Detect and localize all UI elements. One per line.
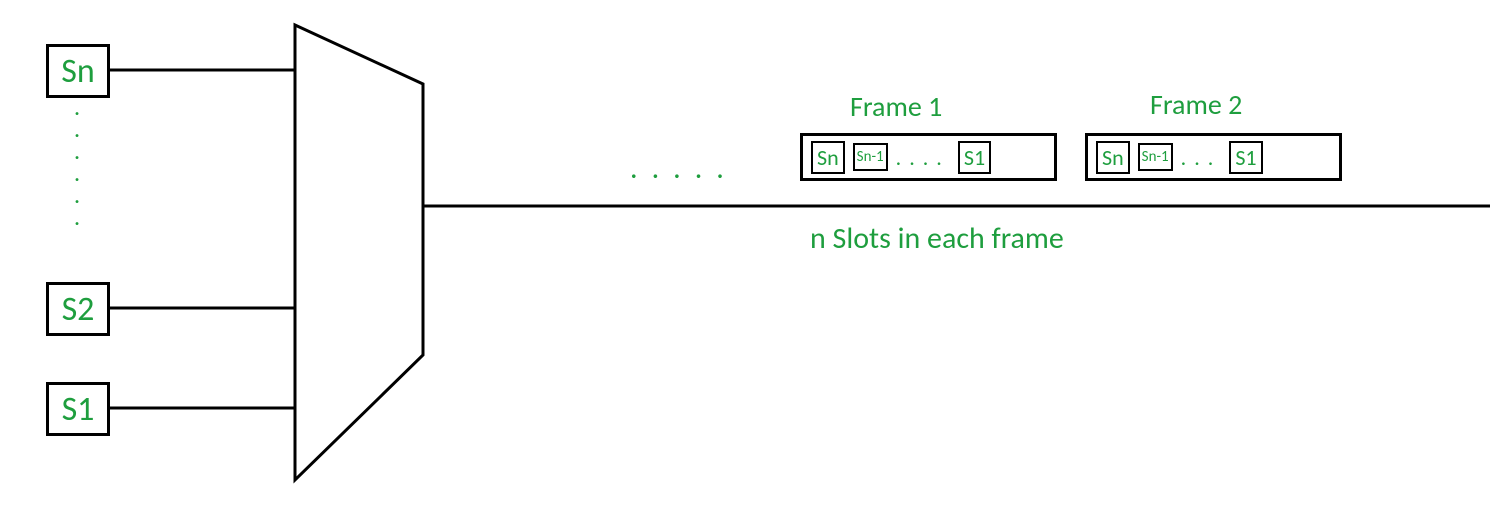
source-s2-box: S2: [46, 282, 110, 336]
diagram-caption: n Slots in each frame: [810, 220, 1064, 257]
mux-shape: [295, 25, 423, 480]
frame1-dots: ....: [896, 144, 950, 171]
frame2-slot-sn1: Sn-1: [1138, 143, 1173, 171]
source-sn-box: Sn: [46, 44, 110, 98]
frame1-slot-s1: S1: [958, 141, 991, 174]
frame1-slot-sn1: Sn-1: [853, 143, 888, 171]
source-s1-label: S1: [62, 389, 95, 430]
source-s2-label: S2: [62, 289, 95, 330]
frame2-box: Sn Sn-1 ... S1: [1085, 133, 1342, 181]
source-dots-vertical: ......: [74, 108, 80, 218]
frame2-slot-s1: S1: [1229, 141, 1262, 174]
source-s1-box: S1: [46, 382, 110, 436]
output-dots-horizontal: .....: [630, 150, 738, 187]
frame2-title: Frame 2: [1150, 87, 1242, 122]
frame1-slot-sn: Sn: [811, 141, 845, 174]
frame1-box: Sn Sn-1 .... S1: [800, 133, 1057, 181]
frame2-dots: ...: [1181, 144, 1222, 171]
diagram-lines: [0, 0, 1504, 510]
frame1-title: Frame 1: [850, 89, 942, 124]
frame2-slot-sn: Sn: [1096, 141, 1130, 174]
source-sn-label: Sn: [61, 51, 95, 92]
